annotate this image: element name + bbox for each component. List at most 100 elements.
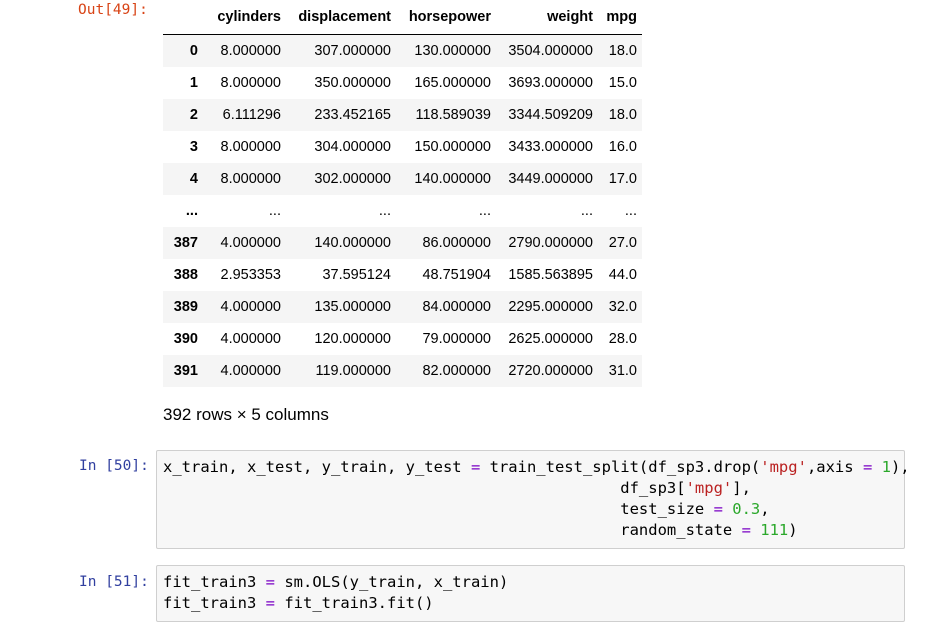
table-cell: 2.953353 (220, 267, 281, 283)
table-cell: 31.0 (608, 363, 637, 379)
table-cell: 135.000000 (314, 299, 391, 315)
table-cell: 48.751904 (422, 267, 491, 283)
table-cell: 118.589039 (415, 107, 491, 123)
header-mpg: mpg (598, 0, 642, 35)
table-cell: ... (580, 203, 593, 219)
table-cell: 3693.000000 (508, 75, 593, 91)
table-cell: 130.000000 (414, 43, 491, 59)
row-index: 4 (189, 171, 198, 187)
code-text: , (760, 500, 770, 518)
table-cell: 119.000000 (315, 363, 391, 379)
row-index: 391 (173, 363, 198, 379)
header-horsepower: horsepower (396, 0, 496, 35)
table-cell: 8.000000 (220, 139, 281, 155)
code-operator: = (713, 500, 723, 518)
code-operator: = (265, 594, 275, 612)
table-cell: 4.000000 (220, 235, 281, 251)
table-cell: 165.000000 (414, 75, 491, 91)
table-header-row: cylinders displacement horsepower weight… (163, 0, 642, 35)
table-row: 4 8.000000 302.000000 140.000000 3449.000000… (163, 163, 642, 195)
table-cell: 140.000000 (314, 235, 391, 251)
table-cell: 307.000000 (314, 43, 391, 59)
code-text: test_size (163, 500, 714, 518)
table-cell: ... (378, 203, 391, 219)
table-cell: 37.595124 (322, 267, 391, 283)
table-cell: 2295.000000 (508, 299, 593, 315)
code-number: 0.3 (732, 500, 761, 518)
table-cell: 15.0 (608, 75, 637, 91)
table-cell: 3433.000000 (508, 139, 593, 155)
code-text: fit_train3 (163, 594, 266, 612)
table-cell: 8.000000 (220, 171, 281, 187)
code-string: 'mpg' (685, 479, 733, 497)
code-operator: = (741, 521, 751, 539)
table-cell: 233.452165 (314, 107, 391, 123)
code-text: random_state (163, 521, 742, 539)
table-cell: 1585.563895 (508, 267, 593, 283)
table-cell: 304.000000 (314, 139, 391, 155)
table-cell: ... (478, 203, 491, 219)
table-cell: 4.000000 (220, 299, 281, 315)
table-row: 391 4.000000 119.000000 82.000000 2720.00000… (163, 355, 642, 387)
table-cell: 4.000000 (220, 331, 281, 347)
table-cell: 18.0 (608, 43, 637, 59)
table-cell: 150.000000 (414, 139, 491, 155)
table-row: .................. (163, 195, 642, 227)
table-cell: 17.0 (608, 171, 637, 187)
table-cell: 120.000000 (314, 331, 391, 347)
code-number: 111 (760, 521, 789, 539)
table-cell: 2625.000000 (508, 331, 593, 347)
table-row: 387 4.000000 140.000000 86.000000 2790.00000… (163, 227, 642, 259)
table-cell: ... (624, 203, 637, 219)
table-cell: 86.000000 (422, 235, 491, 251)
table-cell: 79.000000 (422, 331, 491, 347)
code-text: ), (890, 458, 910, 476)
table-cell: 350.000000 (314, 75, 391, 91)
table-cell: 18.0 (608, 107, 637, 123)
code-editor-50[interactable]: x_train, x_test, y_train, y_test = train… (157, 451, 910, 547)
table-cell: 6.111296 (222, 107, 281, 123)
header-displacement: displacement (286, 0, 396, 35)
table-row: 390 4.000000 120.000000 79.000000 2625.00000… (163, 323, 642, 355)
table-row: 1 8.000000 350.000000 165.000000 3693.000000… (163, 67, 642, 99)
table-cell: 302.000000 (314, 171, 391, 187)
code-text: ,axis (806, 458, 863, 476)
header-index (163, 0, 203, 35)
code-text: fit_train3.fit() (275, 594, 434, 612)
table-row: 3 8.000000 304.000000 150.000000 3433.000000… (163, 131, 642, 163)
table-cell: 8.000000 (220, 43, 281, 59)
dataframe-table: cylinders displacement horsepower weight… (163, 0, 642, 387)
code-text: sm.OLS(y_train, x_train) (275, 573, 509, 591)
table-cell: 140.000000 (414, 171, 491, 187)
code-cell-50[interactable]: x_train, x_test, y_train, y_test = train… (156, 450, 910, 549)
header-cylinders: cylinders (203, 0, 286, 35)
code-text: fit_train3 (163, 573, 266, 591)
dataframe-output: cylinders displacement horsepower weight… (163, 0, 642, 387)
row-index: 387 (173, 235, 198, 251)
table-cell: 82.000000 (422, 363, 491, 379)
input-prompt-51: In [51]: (79, 574, 149, 590)
code-text: ) (788, 521, 798, 539)
output-prompt-49: Out[49]: (78, 2, 148, 18)
row-index: 1 (189, 75, 198, 91)
table-cell: 4.000000 (220, 363, 281, 379)
table-cell: 32.0 (608, 299, 637, 315)
code-number: 1 (881, 458, 891, 476)
code-cell-51[interactable]: fit_train3 = sm.OLS(y_train, x_train) fi… (156, 565, 905, 622)
table-cell: 8.000000 (220, 75, 281, 91)
table-row: 389 4.000000 135.000000 84.000000 2295.00000… (163, 291, 642, 323)
row-index: 3 (189, 139, 198, 155)
table-cell: 2790.000000 (508, 235, 593, 251)
code-operator: = (470, 458, 481, 476)
code-text: train_test_split(df_sp3.drop( (480, 458, 761, 476)
row-index: 390 (173, 331, 198, 347)
table-cell: 3449.000000 (508, 171, 593, 187)
code-editor-51[interactable]: fit_train3 = sm.OLS(y_train, x_train) fi… (157, 566, 904, 620)
code-operator: = (265, 573, 275, 591)
code-operator: = (862, 458, 873, 476)
table-cell: 27.0 (608, 235, 637, 251)
table-row: 2 6.111296 233.452165 118.589039 3344.509209… (163, 99, 642, 131)
row-index: ... (185, 203, 198, 219)
